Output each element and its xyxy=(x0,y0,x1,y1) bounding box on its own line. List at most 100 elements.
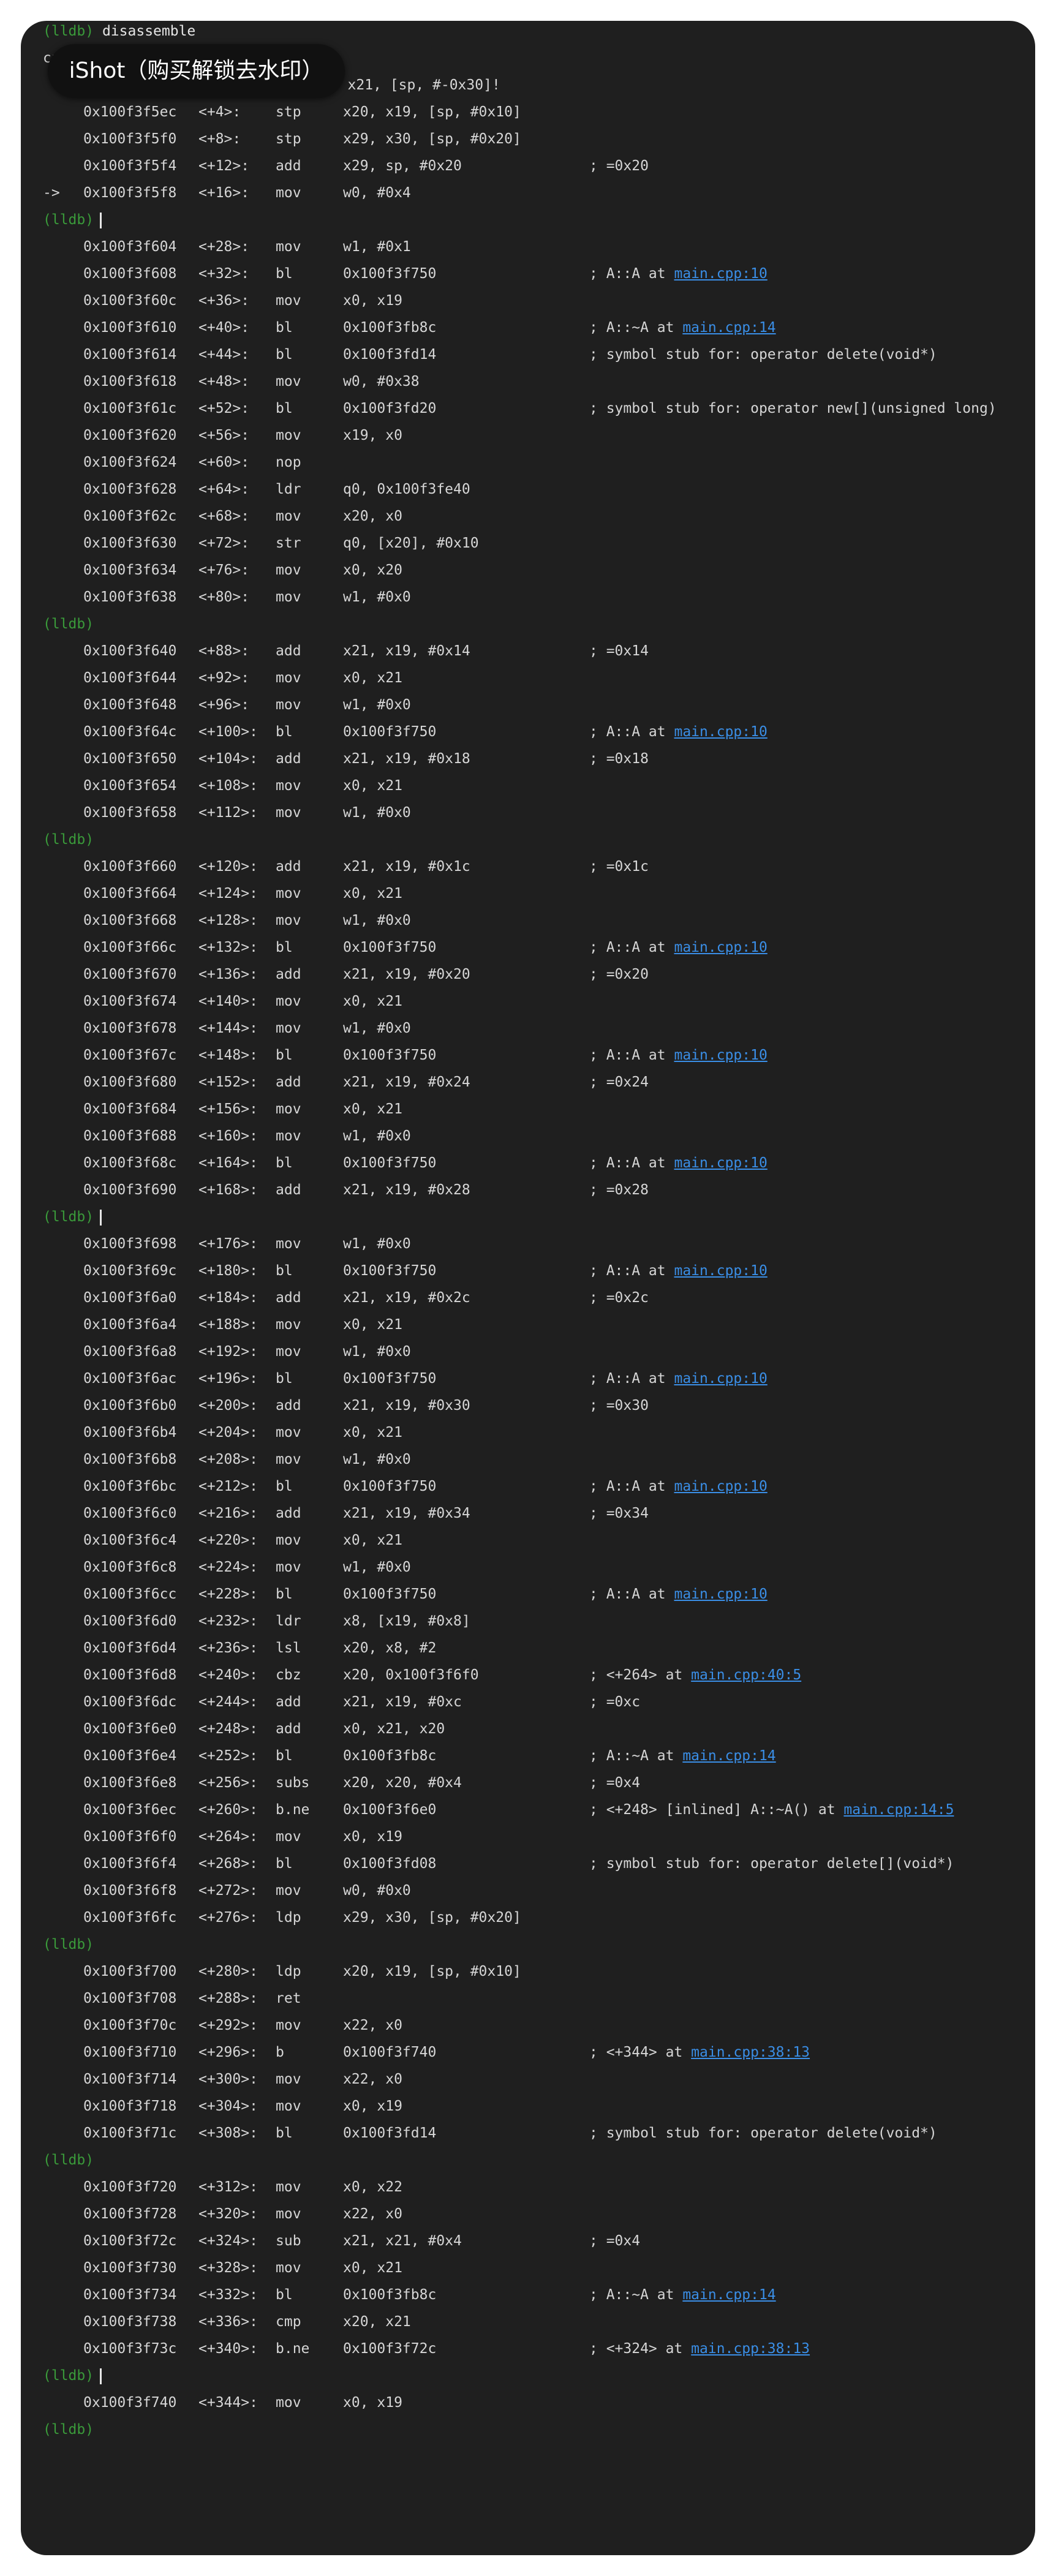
instr-operands: x29, x30, [sp, #0x20] xyxy=(343,1910,521,1926)
instr-comment: ; =0x4 xyxy=(589,1772,640,1793)
disasm-line: 0x100f3f604 <+28>: mov w1, #0x1 xyxy=(43,236,1023,257)
instr-offset: <+308>: xyxy=(198,2125,258,2141)
instr-address: 0x100f3f6f0 xyxy=(83,1829,177,1845)
instr-mnemonic: mov xyxy=(276,1829,301,1845)
instr-offset: <+124>: xyxy=(198,886,258,902)
source-link[interactable]: main.cpp:38:13 xyxy=(691,2044,810,2060)
instr-offset: <+288>: xyxy=(198,1990,258,2006)
instr-operands: x29, x30, [sp, #0x20] xyxy=(343,131,521,147)
instr-operands: x20, x20, #0x4 xyxy=(343,1775,462,1791)
instr-operands: 0x100f3f750 xyxy=(343,266,437,282)
instr-comment: ; =0x24 xyxy=(589,1072,649,1093)
source-link[interactable]: main.cpp:10 xyxy=(674,266,767,282)
instr-mnemonic: subs xyxy=(276,1775,310,1791)
instr-address: 0x100f3f6b8 xyxy=(83,1452,177,1467)
disasm-line: 0x100f3f62c <+68>: mov x20, x0 xyxy=(43,506,1023,527)
instr-address: 0x100f3f620 xyxy=(83,427,177,443)
instr-address: 0x100f3f6a8 xyxy=(83,1344,177,1360)
command-text: disassemble xyxy=(102,23,196,39)
instr-mnemonic: lsl xyxy=(276,1640,301,1656)
instr-address: 0x100f3f6b4 xyxy=(83,1425,177,1441)
source-link[interactable]: main.cpp:14 xyxy=(682,320,775,336)
instr-mnemonic: mov xyxy=(276,886,301,902)
instr-offset: <+276>: xyxy=(198,1910,258,1926)
instr-address: 0x100f3f6f4 xyxy=(83,1856,177,1872)
instr-mnemonic: bl xyxy=(276,940,293,955)
disasm-line: 0x100f3f624 <+60>: nop xyxy=(43,452,1023,473)
instr-offset: <+300>: xyxy=(198,2071,258,2087)
instr-address: 0x100f3f6c4 xyxy=(83,1532,177,1548)
disasm-line: 0x100f3f728 <+320>: mov x22, x0 xyxy=(43,2204,1023,2224)
instr-operands: w1, #0x1 xyxy=(343,239,411,255)
disasm-line: 0x100f3f644 <+92>: mov x0, x21 xyxy=(43,668,1023,688)
instr-mnemonic: mov xyxy=(276,2017,301,2033)
disasm-line: 0x100f3f738 <+336>: cmp x20, x21 xyxy=(43,2311,1023,2332)
instr-operands: x29, sp, #0x20 xyxy=(343,158,462,174)
instr-operands: q0, [x20], #0x10 xyxy=(343,535,479,551)
source-link[interactable]: main.cpp:10 xyxy=(674,940,767,955)
instr-comment: ; A::~A at main.cpp:14 xyxy=(589,317,776,338)
terminal-window[interactable]: (lldb) disassemblecpl2, x21, [sp, #-0x30… xyxy=(21,21,1035,2555)
instr-mnemonic: bl xyxy=(276,2287,293,2303)
comment-text: ; =0x20 xyxy=(589,158,649,174)
instr-address: 0x100f3f6e0 xyxy=(83,1721,177,1737)
comment-text: ; <+324> at xyxy=(589,2341,692,2357)
instr-mnemonic: mov xyxy=(276,1425,301,1441)
source-link[interactable]: main.cpp:10 xyxy=(674,1047,767,1063)
disasm-line: 0x100f3f6bc <+212>: bl 0x100f3f750 ; A::A at… xyxy=(43,1476,1023,1497)
comment-text: ; A::A at xyxy=(589,1155,674,1171)
instr-address: 0x100f3f5ec xyxy=(83,104,177,120)
instr-operands: x0, x21, x20 xyxy=(343,1721,445,1737)
instr-address: 0x100f3f708 xyxy=(83,1990,177,2006)
source-link[interactable]: main.cpp:38:13 xyxy=(691,2341,810,2357)
instr-address: 0x100f3f6a4 xyxy=(83,1317,177,1333)
disasm-line: 0x100f3f70c <+292>: mov x22, x0 xyxy=(43,2015,1023,2036)
comment-text: ; <+344> at xyxy=(589,2044,692,2060)
instr-address: 0x100f3f5f0 xyxy=(83,131,177,147)
instr-comment: ; symbol stub for: operator new[](unsign… xyxy=(589,398,997,419)
instr-comment: ; <+324> at main.cpp:38:13 xyxy=(589,2338,810,2359)
instr-address: 0x100f3f6c0 xyxy=(83,1505,177,1521)
source-link[interactable]: main.cpp:40:5 xyxy=(691,1667,801,1683)
instr-mnemonic: bl xyxy=(276,724,293,740)
instr-mnemonic: add xyxy=(276,1505,301,1521)
source-link[interactable]: main.cpp:10 xyxy=(674,1155,767,1171)
instr-comment: ; A::A at main.cpp:10 xyxy=(589,1045,767,1066)
source-link[interactable]: main.cpp:10 xyxy=(674,1478,767,1494)
instr-operands: w0, #0x38 xyxy=(343,374,420,390)
lldb-prompt-line: (lldb) xyxy=(43,1934,1023,1955)
instr-comment: ; =0x28 xyxy=(589,1180,649,1200)
source-link[interactable]: main.cpp:10 xyxy=(674,724,767,740)
disasm-line: 0x100f3f734 <+332>: bl 0x100f3fb8c ; A::~A a… xyxy=(43,2284,1023,2305)
instr-offset: <+56>: xyxy=(198,427,250,443)
instr-mnemonic: bl xyxy=(276,1478,293,1494)
instr-operands: w1, #0x0 xyxy=(343,805,411,821)
instr-offset: <+68>: xyxy=(198,508,250,524)
source-link[interactable]: main.cpp:14:5 xyxy=(843,1802,954,1818)
disasm-line: 0x100f3f6e4 <+252>: bl 0x100f3fb8c ; A::~A a… xyxy=(43,1746,1023,1766)
comment-text: ; A::~A at xyxy=(589,320,683,336)
comment-text: ; =0xc xyxy=(589,1694,641,1710)
disasm-line: 0x100f3f688 <+160>: mov w1, #0x0 xyxy=(43,1126,1023,1147)
instr-operands: 0x100f3fd14 xyxy=(343,347,437,363)
source-link[interactable]: main.cpp:10 xyxy=(674,1371,767,1387)
comment-text: ; =0x30 xyxy=(589,1398,649,1414)
instr-address: 0x100f3f70c xyxy=(83,2017,177,2033)
comment-text: ; =0x4 xyxy=(589,2233,641,2249)
instr-operands: x0, x21 xyxy=(343,886,402,902)
source-link[interactable]: main.cpp:10 xyxy=(674,1263,767,1279)
instr-address: 0x100f3f668 xyxy=(83,913,177,928)
instr-address: 0x100f3f640 xyxy=(83,643,177,659)
disasm-line: 0x100f3f674 <+140>: mov x0, x21 xyxy=(43,991,1023,1012)
instr-offset: <+320>: xyxy=(198,2206,258,2222)
instr-offset: <+188>: xyxy=(198,1317,258,1333)
instr-offset: <+32>: xyxy=(198,266,250,282)
instr-address: 0x100f3f690 xyxy=(83,1182,177,1198)
instr-address: 0x100f3f738 xyxy=(83,2314,177,2330)
instr-operands: x0, x22 xyxy=(343,2179,402,2195)
source-link[interactable]: main.cpp:14 xyxy=(682,2287,775,2303)
source-link[interactable]: main.cpp:14 xyxy=(682,1748,775,1764)
instr-offset: <+220>: xyxy=(198,1532,258,1548)
source-link[interactable]: main.cpp:10 xyxy=(674,1586,767,1602)
instr-address: 0x100f3f680 xyxy=(83,1074,177,1090)
